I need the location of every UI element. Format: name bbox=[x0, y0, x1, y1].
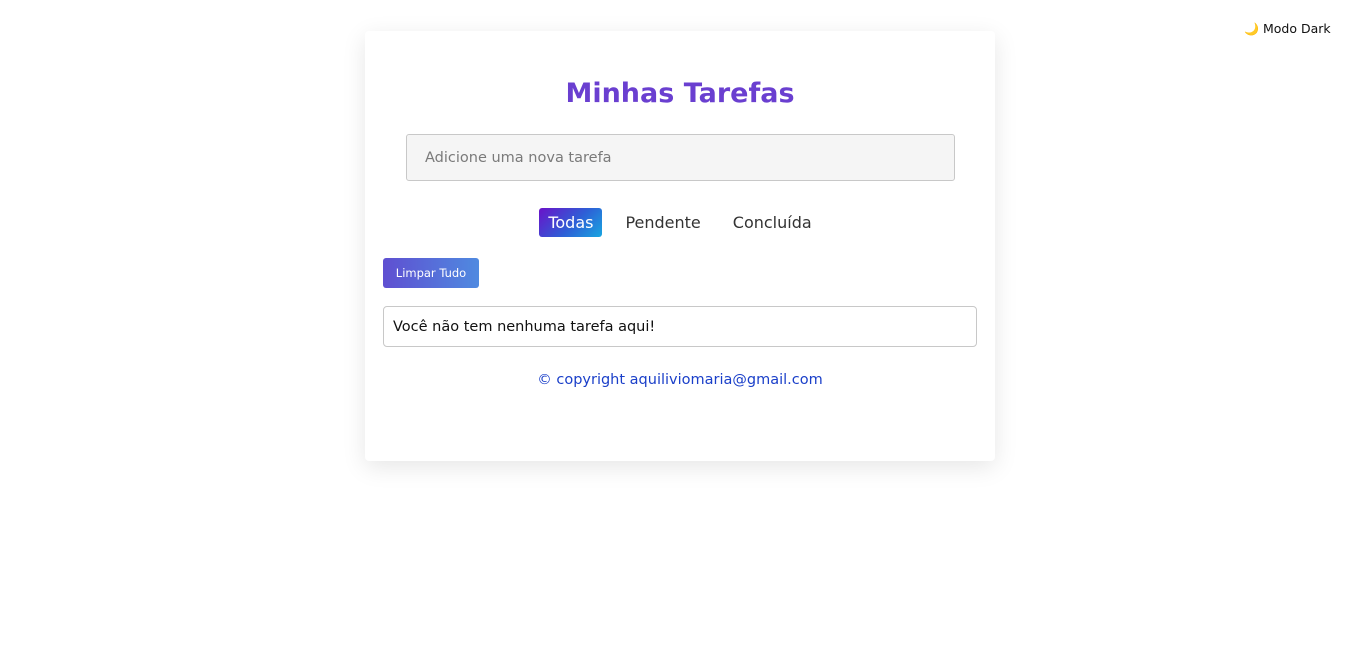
filter-tab-completed[interactable]: Concluída bbox=[724, 208, 821, 237]
empty-task-message: Você não tem nenhuma tarefa aqui! bbox=[393, 318, 656, 335]
filter-tabs: Todas Pendente Concluída bbox=[365, 208, 995, 237]
todo-card: Minhas Tarefas Todas Pendente Concluída … bbox=[365, 31, 995, 461]
clear-all-button[interactable]: Limpar Tudo bbox=[383, 258, 479, 288]
filter-tab-pending[interactable]: Pendente bbox=[616, 208, 709, 237]
filter-tab-all[interactable]: Todas bbox=[539, 208, 603, 237]
dark-mode-label: Modo Dark bbox=[1262, 21, 1331, 36]
new-task-input[interactable] bbox=[406, 134, 955, 181]
page-title: Minhas Tarefas bbox=[565, 78, 795, 109]
copyright-footer: © copyright aquiliviomaria@gmail.com bbox=[537, 372, 823, 388]
dark-mode-toggle[interactable]: 🌙 Modo Dark bbox=[1244, 21, 1331, 36]
moon-icon: 🌙 bbox=[1244, 21, 1259, 36]
task-list: Você não tem nenhuma tarefa aqui! bbox=[383, 306, 977, 347]
